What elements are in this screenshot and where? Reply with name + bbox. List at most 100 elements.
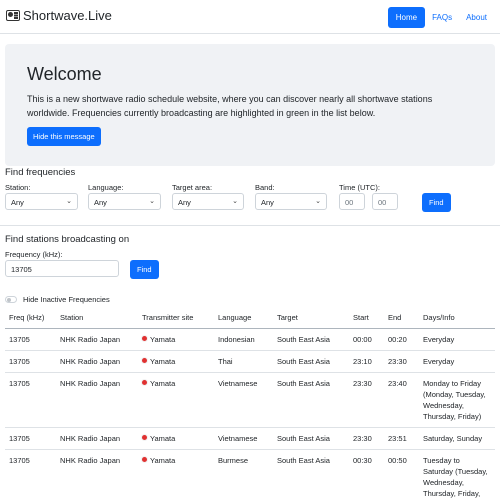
nav-links: Home FAQs About bbox=[387, 7, 494, 28]
hide-inactive-label: Hide Inactive Frequencies bbox=[23, 295, 110, 304]
cell-freq: 13705 bbox=[5, 328, 56, 351]
table-row[interactable]: 13705 NHK Radio Japan Yamata Burmese Sou… bbox=[5, 449, 495, 500]
welcome-text: This is a new shortwave radio schedule w… bbox=[27, 94, 433, 118]
find-frequencies-title: Find frequencies bbox=[5, 167, 76, 178]
frequency-input[interactable]: 13705 bbox=[5, 260, 119, 277]
header-start: Start bbox=[349, 309, 384, 329]
cell-start: 00:30 bbox=[349, 449, 384, 500]
cell-transmitter: Yamata bbox=[138, 372, 214, 428]
table-row[interactable]: 13705 NHK Radio Japan Yamata Indonesian … bbox=[5, 328, 495, 351]
language-select[interactable]: Any ⌄ bbox=[88, 193, 161, 210]
cell-station: NHK Radio Japan bbox=[56, 372, 138, 428]
japan-flag-icon bbox=[142, 358, 147, 363]
cell-end: 23:40 bbox=[384, 372, 419, 428]
welcome-title: Welcome bbox=[27, 64, 102, 84]
hide-inactive-toggle-row: Hide Inactive Frequencies bbox=[5, 295, 110, 304]
band-select-value: Any bbox=[261, 198, 274, 207]
station-select[interactable]: Any ⌄ bbox=[5, 193, 78, 210]
time-minute-input[interactable]: 00 bbox=[372, 193, 398, 210]
cell-station: NHK Radio Japan bbox=[56, 449, 138, 500]
cell-target: South East Asia bbox=[273, 427, 349, 450]
time-utc-label: Time (UTC): bbox=[339, 183, 380, 192]
nav-faqs-link[interactable]: FAQs bbox=[425, 7, 459, 28]
cell-freq: 13705 bbox=[5, 427, 56, 450]
cell-transmitter-text: Yamata bbox=[150, 357, 176, 366]
cell-language: Vietnamese bbox=[214, 427, 273, 450]
japan-flag-icon bbox=[142, 435, 147, 440]
japan-flag-icon bbox=[142, 336, 147, 341]
welcome-panel: Welcome This is a new shortwave radio sc… bbox=[5, 44, 495, 166]
chevron-down-icon: ⌄ bbox=[149, 198, 155, 205]
cell-days-info: Everyday bbox=[419, 350, 495, 373]
brand-name: Shortwave.Live bbox=[23, 8, 112, 23]
header-station: Station bbox=[56, 309, 138, 329]
navbar: Shortwave.Live Home FAQs About bbox=[0, 0, 500, 34]
target-area-select[interactable]: Any ⌄ bbox=[172, 193, 244, 210]
header-end: End bbox=[384, 309, 419, 329]
find-stations-button[interactable]: Find bbox=[130, 260, 159, 279]
cell-transmitter: Yamata bbox=[138, 449, 214, 500]
cell-transmitter-text: Yamata bbox=[150, 456, 176, 465]
cell-station: NHK Radio Japan bbox=[56, 328, 138, 351]
frequency-table: Freq (kHz) Station Transmitter site Lang… bbox=[5, 309, 495, 500]
station-label: Station: bbox=[5, 183, 31, 192]
cell-target: South East Asia bbox=[273, 372, 349, 428]
hide-inactive-toggle[interactable] bbox=[5, 296, 17, 303]
cell-end: 23:51 bbox=[384, 427, 419, 450]
cell-transmitter: Yamata bbox=[138, 427, 214, 450]
cell-target: South East Asia bbox=[273, 328, 349, 351]
table-row[interactable]: 13705 NHK Radio Japan Yamata Vietnamese … bbox=[5, 427, 495, 450]
cell-days-info: Everyday bbox=[419, 328, 495, 351]
band-select[interactable]: Any ⌄ bbox=[255, 193, 327, 210]
cell-days-info: Saturday, Sunday bbox=[419, 427, 495, 450]
frequency-label: Frequency (kHz): bbox=[5, 250, 63, 259]
find-frequencies-button[interactable]: Find bbox=[422, 193, 451, 212]
target-area-label: Target area: bbox=[172, 183, 213, 192]
cell-language: Burmese bbox=[214, 449, 273, 500]
header-target: Target bbox=[273, 309, 349, 329]
divider bbox=[0, 225, 500, 226]
language-label: Language: bbox=[88, 183, 124, 192]
cell-start: 23:30 bbox=[349, 427, 384, 450]
cell-station: NHK Radio Japan bbox=[56, 350, 138, 373]
station-select-value: Any bbox=[11, 198, 24, 207]
cell-end: 00:50 bbox=[384, 449, 419, 500]
nav-home-link[interactable]: Home bbox=[387, 7, 426, 28]
cell-transmitter: Yamata bbox=[138, 328, 214, 351]
hide-message-button[interactable]: Hide this message bbox=[27, 127, 101, 146]
chevron-down-icon: ⌄ bbox=[315, 198, 321, 205]
cell-transmitter-text: Yamata bbox=[150, 335, 176, 344]
cell-days-info: Monday to Friday (Monday, Tuesday, Wedne… bbox=[419, 372, 495, 428]
header-transmitter: Transmitter site bbox=[138, 309, 214, 329]
table-row[interactable]: 13705 NHK Radio Japan Yamata Thai South … bbox=[5, 350, 495, 373]
radio-icon bbox=[6, 10, 20, 21]
cell-language: Vietnamese bbox=[214, 372, 273, 428]
cell-start: 23:10 bbox=[349, 350, 384, 373]
cell-start: 00:00 bbox=[349, 328, 384, 351]
cell-transmitter: Yamata bbox=[138, 350, 214, 373]
time-hour-input[interactable]: 00 bbox=[339, 193, 365, 210]
japan-flag-icon bbox=[142, 380, 147, 385]
target-area-select-value: Any bbox=[178, 198, 191, 207]
cell-station: NHK Radio Japan bbox=[56, 427, 138, 450]
table-row[interactable]: 13705 NHK Radio Japan Yamata Vietnamese … bbox=[5, 372, 495, 428]
cell-target: South East Asia bbox=[273, 350, 349, 373]
chevron-down-icon: ⌄ bbox=[66, 198, 72, 205]
header-days-info: Days/Info bbox=[419, 309, 495, 329]
cell-transmitter-text: Yamata bbox=[150, 379, 176, 388]
brand[interactable]: Shortwave.Live bbox=[6, 8, 112, 23]
header-language: Language bbox=[214, 309, 273, 329]
cell-freq: 13705 bbox=[5, 449, 56, 500]
cell-language: Thai bbox=[214, 350, 273, 373]
table-header-row: Freq (kHz) Station Transmitter site Lang… bbox=[5, 309, 495, 329]
nav-about-link[interactable]: About bbox=[459, 7, 494, 28]
header-freq: Freq (kHz) bbox=[5, 309, 56, 329]
cell-transmitter-text: Yamata bbox=[150, 434, 176, 443]
band-label: Band: bbox=[255, 183, 275, 192]
cell-target: South East Asia bbox=[273, 449, 349, 500]
japan-flag-icon bbox=[142, 457, 147, 462]
cell-freq: 13705 bbox=[5, 350, 56, 373]
cell-days-info: Tuesday to Saturday (Tuesday, Wednesday,… bbox=[419, 449, 495, 500]
cell-start: 23:30 bbox=[349, 372, 384, 428]
find-stations-title: Find stations broadcasting on bbox=[5, 234, 130, 245]
